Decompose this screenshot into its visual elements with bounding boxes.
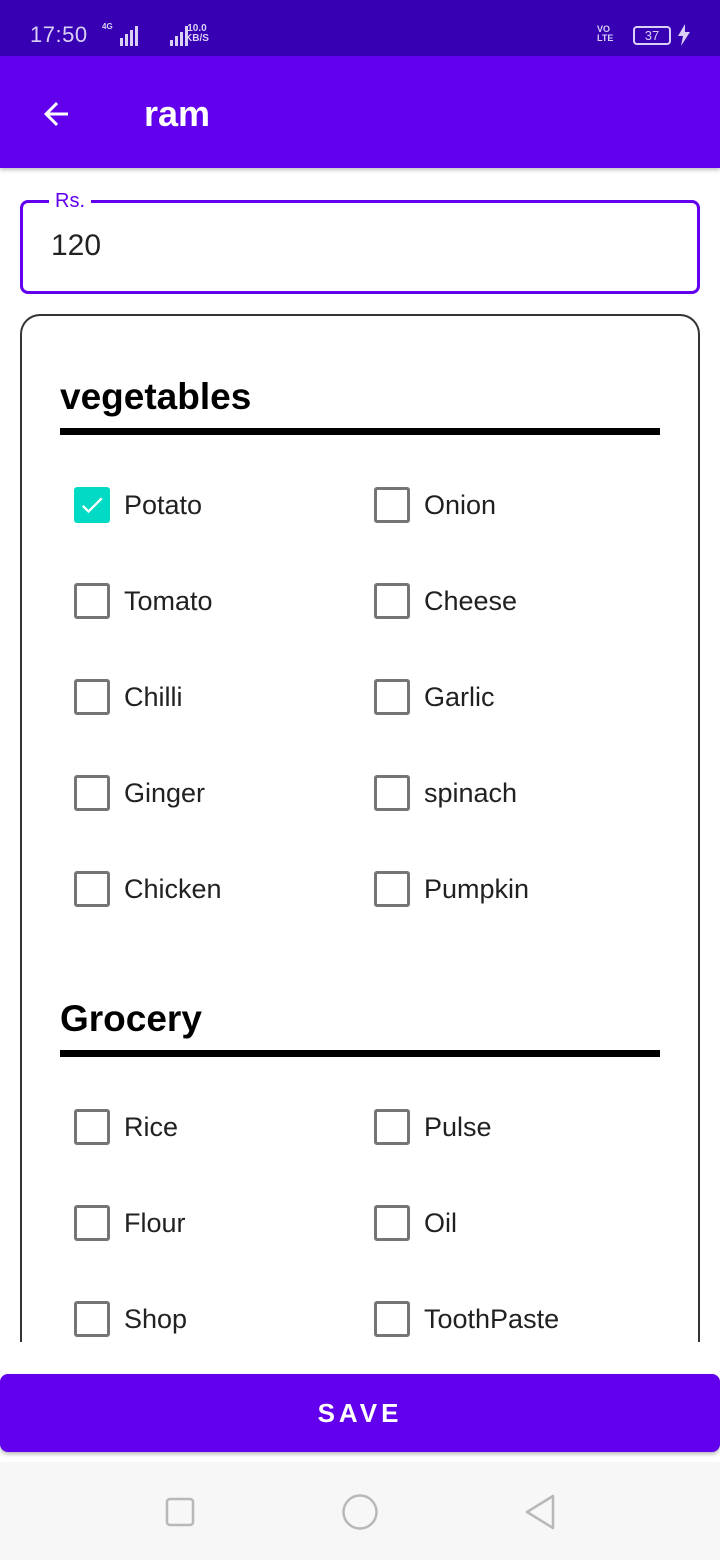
checkbox-label: Flour xyxy=(124,1207,186,1238)
system-back-button[interactable] xyxy=(520,1492,560,1532)
checkbox-label: Garlic xyxy=(424,681,495,712)
status-time: 17:50 xyxy=(30,22,88,47)
signal-group: 4G xyxy=(102,22,188,46)
checkbox-unchecked[interactable] xyxy=(74,1205,110,1241)
checkbox-item[interactable]: Shop xyxy=(74,1294,187,1342)
checkbox-unchecked[interactable] xyxy=(74,583,110,619)
recent-apps-icon xyxy=(165,1497,195,1527)
battery-level: 37 xyxy=(644,28,660,43)
checkbox-unchecked[interactable] xyxy=(74,871,110,907)
checkbox-unchecked[interactable] xyxy=(74,1109,110,1145)
checkbox-unchecked[interactable] xyxy=(374,1205,410,1241)
checkbox-item[interactable]: Rice xyxy=(74,1102,178,1152)
checkbox-item[interactable]: Pumpkin xyxy=(374,864,529,914)
checkbox-label: Oil xyxy=(424,1207,457,1238)
volte-icon: VO LTE xyxy=(597,25,613,43)
charging-bolt-icon xyxy=(678,24,690,46)
section-divider xyxy=(60,428,660,435)
checkbox-item[interactable]: Tomato xyxy=(74,576,213,626)
back-button[interactable] xyxy=(30,88,82,140)
amount-input[interactable] xyxy=(51,229,651,263)
back-triangle-icon xyxy=(525,1494,555,1530)
checkbox-label: Tomato xyxy=(124,585,213,616)
network-type: 4G xyxy=(102,22,113,31)
screen: 17:50 4G 10.0 KB/S VO LTE 37 ram Rs. 120… xyxy=(0,0,720,1560)
checkbox-item[interactable]: Chicken xyxy=(74,864,222,914)
battery-icon: 37 xyxy=(633,26,671,45)
checkbox-unchecked[interactable] xyxy=(374,1109,410,1145)
checkbox-item[interactable]: Flour xyxy=(74,1198,186,1248)
checkbox-unchecked[interactable] xyxy=(374,775,410,811)
checkbox-unchecked[interactable] xyxy=(374,871,410,907)
app-bar: ram xyxy=(0,56,720,168)
network-speed-unit: KB/S xyxy=(185,33,209,44)
save-button[interactable]: SAVE xyxy=(0,1374,720,1452)
network-speed: 10.0 KB/S xyxy=(185,24,209,44)
checkbox-unchecked[interactable] xyxy=(374,583,410,619)
checkbox-label: Pulse xyxy=(424,1111,492,1142)
navigation-bar xyxy=(0,1462,720,1560)
checkbox-item[interactable]: Ginger xyxy=(74,768,205,818)
page-title: ram xyxy=(144,93,211,134)
home-button[interactable] xyxy=(340,1492,380,1532)
checkbox-label: Cheese xyxy=(424,585,518,616)
checkbox-label: ToothPaste xyxy=(424,1303,560,1334)
checkbox-item[interactable]: Onion xyxy=(374,480,496,530)
checkbox-item[interactable]: Pulse xyxy=(374,1102,492,1152)
checkbox-unchecked[interactable] xyxy=(374,487,410,523)
checkbox-item[interactable]: ToothPaste xyxy=(374,1294,559,1342)
signal-icon-sim1: 4G xyxy=(102,22,138,46)
checkbox-item[interactable]: spinach xyxy=(374,768,517,818)
checkbox-label: Ginger xyxy=(124,777,206,808)
recent-apps-button[interactable] xyxy=(160,1492,200,1532)
checkbox-unchecked[interactable] xyxy=(74,1301,110,1337)
checkbox-unchecked[interactable] xyxy=(74,775,110,811)
checkbox-item[interactable]: Chilli xyxy=(74,672,183,722)
checkbox-label: Rice xyxy=(124,1111,179,1142)
checkbox-label: Pumpkin xyxy=(424,873,530,904)
volte-bottom: LTE xyxy=(597,33,614,43)
checkbox-item[interactable]: Potato xyxy=(74,480,202,530)
checkbox-label: Chilli xyxy=(124,681,183,712)
item-list-card[interactable]: vegetables Potato Onion Tomato Cheese Chilli G… xyxy=(20,314,700,1342)
amount-label: Rs. xyxy=(49,189,91,213)
checkbox-label: Potato xyxy=(124,489,203,520)
checkbox-unchecked[interactable] xyxy=(374,1301,410,1337)
checkbox-label: Chicken xyxy=(124,873,222,904)
section-divider xyxy=(60,1050,660,1057)
checkbox-unchecked[interactable] xyxy=(374,679,410,715)
checkbox-label: Shop xyxy=(124,1303,188,1334)
checkbox-item[interactable]: Oil xyxy=(374,1198,457,1248)
arrow-left-icon xyxy=(44,102,68,126)
checkbox-item[interactable]: Garlic xyxy=(374,672,495,722)
checkbox-checked[interactable] xyxy=(74,487,110,523)
section-title: vegetables xyxy=(60,376,252,417)
checkbox-unchecked[interactable] xyxy=(74,679,110,715)
amount-field[interactable]: Rs. xyxy=(20,189,700,294)
check-icon xyxy=(81,497,103,514)
signal-icon-sim2 xyxy=(152,24,188,46)
status-bar: 17:50 4G 10.0 KB/S VO LTE 37 xyxy=(0,0,720,56)
section-title: Grocery xyxy=(60,998,202,1039)
home-icon xyxy=(342,1494,378,1530)
checkbox-label: spinach xyxy=(424,777,518,808)
checkbox-item[interactable]: Cheese xyxy=(374,576,517,626)
checkbox-label: Onion xyxy=(424,489,497,520)
